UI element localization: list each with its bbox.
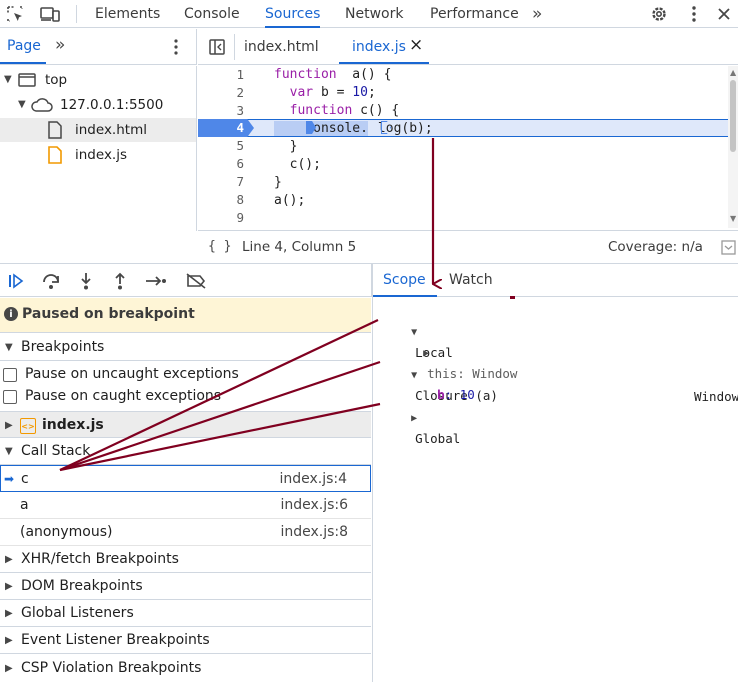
annotation-overlay bbox=[59, 138, 515, 472]
annotation-line bbox=[59, 319, 379, 471]
annotation-line bbox=[59, 402, 381, 472]
annotation-mark bbox=[510, 296, 515, 299]
annotation-line bbox=[59, 360, 381, 472]
